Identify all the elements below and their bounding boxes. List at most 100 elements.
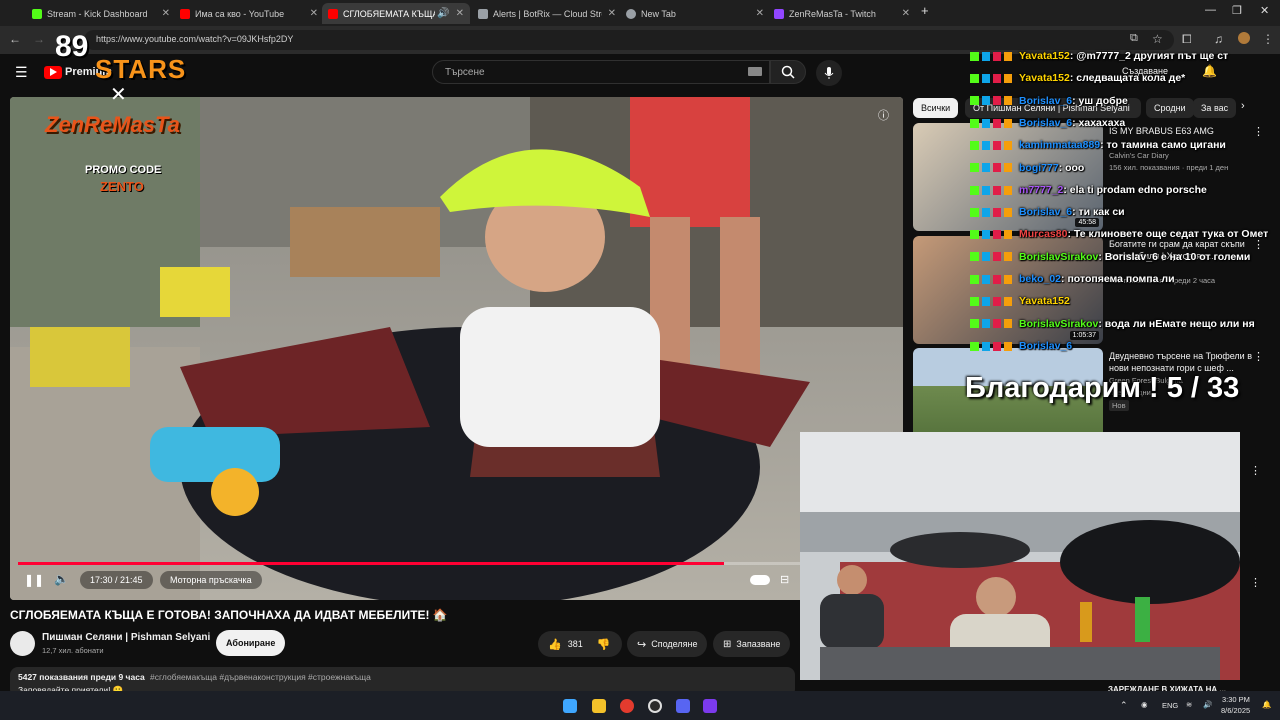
like-count[interactable]: 381 <box>568 639 583 649</box>
chat-text: : хахахаха <box>1072 116 1126 129</box>
chat-text: : ти как си <box>1072 206 1125 219</box>
more-options-icon[interactable]: ⋮ <box>1253 125 1264 138</box>
close-window-icon[interactable]: ✕ <box>1260 4 1269 17</box>
chat-username: Yavata152 <box>1019 295 1070 308</box>
chat-badges-icon <box>970 163 1016 173</box>
dislike-icon[interactable]: 👎 <box>597 638 611 651</box>
browser-tab[interactable]: New Tab ✕ <box>620 3 770 24</box>
share-button[interactable]: ↪ Споделяне <box>627 631 708 657</box>
chip-related[interactable]: Сродни <box>1146 98 1194 118</box>
save-button[interactable]: ⊞ Запазване <box>713 631 791 657</box>
back-icon[interactable]: ← <box>9 32 21 46</box>
more-options-icon[interactable]: ⋮ <box>1250 576 1261 589</box>
browser-tab[interactable]: Stream - Kick Dashboard ✕ <box>26 3 176 24</box>
close-tab-icon[interactable]: ✕ <box>162 8 170 19</box>
bookmark-star-icon[interactable]: ☆ <box>1152 32 1163 46</box>
time-display: 17:30 / 21:45 <box>80 571 153 589</box>
globe-icon <box>626 8 636 19</box>
windows-taskbar: ⌃ ◉ ENG ≋ 🔊 3:30 PM 8/6/2025 🔔 <box>0 691 1280 720</box>
maximize-icon[interactable]: ❐ <box>1232 4 1242 17</box>
profile-avatar[interactable] <box>1238 32 1250 44</box>
more-options-icon[interactable]: ⋮ <box>1253 350 1264 363</box>
clock-time[interactable]: 3:30 PM <box>1222 695 1250 704</box>
like-icon[interactable]: 👍 <box>548 638 562 651</box>
chat-username: bogi777 <box>1019 161 1059 174</box>
channel-name[interactable]: Пишман Селяни | Pishman Selyani <box>42 632 210 643</box>
chat-username: kamimmataa889 <box>1019 139 1101 152</box>
menu-dots-icon[interactable]: ⋮ <box>1262 32 1274 46</box>
minimize-icon[interactable]: — <box>1205 4 1216 16</box>
chevron-up-icon[interactable]: ⌃ <box>1120 700 1128 711</box>
browser-tab-active[interactable]: СГЛОБЯЕМАТА КЪЩА Е ГО 🔊 ✕ <box>322 3 470 24</box>
browser-tab[interactable]: Alerts | BotRix — Cloud Stream ✕ <box>472 3 622 24</box>
chat-message: Borislav_6: уш добре <box>970 95 1128 107</box>
chat-message: BorislavSirakov: Borislav_6 е на 10 от г… <box>970 251 1250 263</box>
notifications-bell-icon[interactable]: 🔔 <box>1202 64 1217 78</box>
obs-icon[interactable] <box>648 699 662 713</box>
chat-username: Yavata152 <box>1019 50 1070 62</box>
save-icon: ⊞ <box>723 638 732 650</box>
progress-bar[interactable] <box>18 562 895 565</box>
subscribe-button[interactable]: Абониране <box>216 630 286 656</box>
chip-for-you[interactable]: За вас <box>1193 98 1237 118</box>
info-icon[interactable]: ⓘ <box>878 107 889 123</box>
chat-username: Borislav_6 <box>1019 116 1073 129</box>
autoplay-toggle[interactable] <box>750 575 770 585</box>
url-input[interactable]: https://www.youtube.com/watch?v=09JKHsfp… <box>84 30 1174 50</box>
chat-badges-icon <box>970 341 1016 351</box>
chat-badges-icon <box>970 185 1016 195</box>
audio-icon[interactable]: 🔊 <box>437 8 449 19</box>
chat-message: kamimmataa889: то тамина само цигани <box>970 139 1226 151</box>
close-tab-icon[interactable]: ✕ <box>902 8 910 19</box>
subtitles-icon[interactable]: ⊟ <box>780 573 789 586</box>
discord-icon[interactable] <box>676 699 690 713</box>
channel-avatar[interactable] <box>10 631 35 656</box>
hamburger-menu-icon[interactable]: ☰ <box>15 64 28 81</box>
close-tab-icon[interactable]: ✕ <box>608 8 616 19</box>
keyboard-icon[interactable] <box>748 67 762 76</box>
chapter-label[interactable]: Моторна пръскачка <box>160 571 262 589</box>
notification-center-icon[interactable]: 🔔 <box>1262 700 1271 709</box>
chrome-icon[interactable] <box>620 699 634 713</box>
language-indicator[interactable]: ENG <box>1162 701 1178 710</box>
clock-date[interactable]: 8/6/2025 <box>1221 706 1250 715</box>
close-tab-icon[interactable]: ✕ <box>456 8 464 19</box>
pause-icon[interactable]: ❚❚ <box>24 573 44 587</box>
chat-text: : Те клиновете още седат тука от Омет <box>1067 228 1269 241</box>
chevron-right-icon[interactable]: › <box>1241 100 1245 112</box>
tab-label: Има са кво - YouTube <box>195 8 285 19</box>
windows-start-icon[interactable] <box>563 699 577 713</box>
chat-badges-icon <box>970 274 1016 284</box>
search-button[interactable] <box>770 60 806 84</box>
hashtags[interactable]: #сглобяемакъща #дървенаконструкция #стро… <box>150 672 371 682</box>
search-input[interactable]: Търсене <box>432 60 770 84</box>
view-meta: 5427 показвания преди 9 часа <box>18 672 145 682</box>
chat-username: m7777_2 <box>1019 183 1064 196</box>
more-options-icon[interactable]: ⋮ <box>1250 464 1261 477</box>
browser-tab[interactable]: ZenReMasTa - Twitch ✕ <box>768 3 916 24</box>
speaker-icon[interactable]: 🔊 <box>1203 700 1212 709</box>
voice-search-button[interactable] <box>816 60 842 86</box>
wifi-icon[interactable]: ≋ <box>1186 700 1192 709</box>
media-control-icon[interactable]: ♫ <box>1214 32 1223 46</box>
close-tab-icon[interactable]: ✕ <box>310 8 318 19</box>
chat-message: m7777_2: ela ti prodam edno porsche <box>970 184 1207 196</box>
close-tab-icon[interactable]: ✕ <box>756 8 764 19</box>
app-grid-icon[interactable] <box>703 699 717 713</box>
forward-icon[interactable]: → <box>33 32 45 46</box>
network-icon[interactable]: ◉ <box>1141 700 1148 709</box>
file-explorer-icon[interactable] <box>592 699 606 713</box>
volume-icon[interactable]: 🔈 <box>54 572 69 586</box>
chat-badges-icon <box>970 140 1016 150</box>
chip-all[interactable]: Всички <box>913 98 959 118</box>
tab-label: СГЛОБЯЕМАТА КЪЩА Е ГО <box>343 8 435 19</box>
stars-text: STARS <box>95 54 187 84</box>
chat-text: : уш добре <box>1072 94 1128 107</box>
chat-username: Borislav_6 <box>1019 339 1073 352</box>
chat-text: : ela ti prodam edno porsche <box>1063 183 1207 196</box>
extensions-icon[interactable]: ⧠ <box>1182 32 1192 47</box>
like-dislike-group: 👍 381 👎 <box>538 631 622 657</box>
cast-icon[interactable]: ⧉ <box>1130 32 1138 45</box>
browser-tab[interactable]: Има са кво - YouTube ✕ <box>174 3 324 24</box>
new-tab-button[interactable]: + <box>921 3 929 18</box>
